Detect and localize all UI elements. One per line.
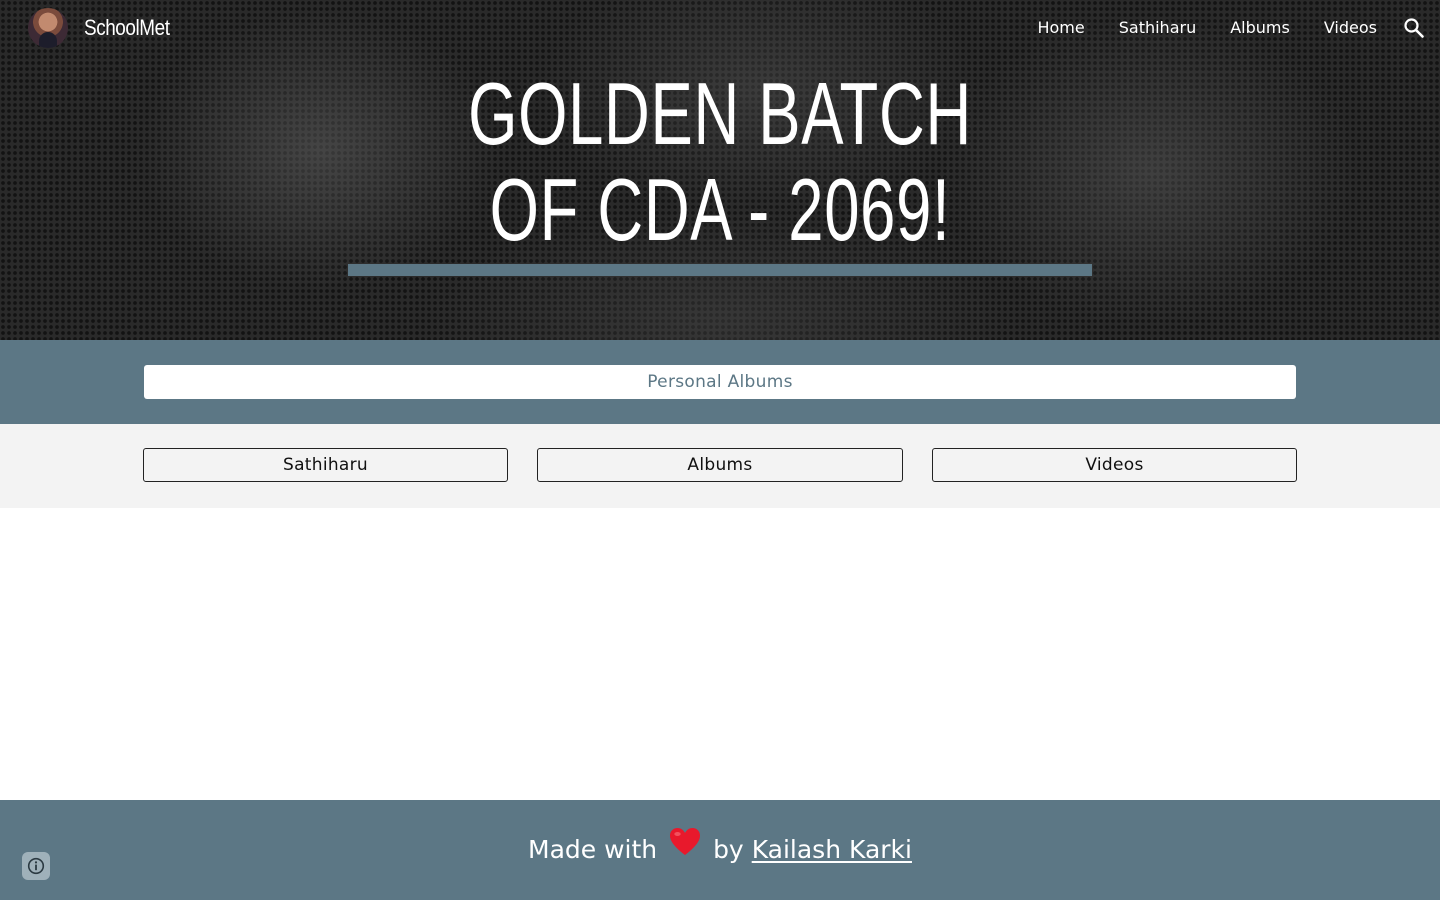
videos-button[interactable]: Videos [932, 448, 1297, 482]
personal-albums-button[interactable]: Personal Albums [144, 365, 1296, 399]
hero-title-line-1: GOLDEN BATCH [468, 64, 972, 163]
top-navigation-bar: SchoolMet Home Sathiharu Albums Videos [0, 0, 1440, 56]
nav-item-videos[interactable]: Videos [1307, 14, 1394, 42]
sathiharu-button[interactable]: Sathiharu [143, 448, 508, 482]
hero-title: GOLDEN BATCH OF CDA - 2069! [0, 66, 1440, 258]
links-button-row: Sathiharu Albums Videos [0, 424, 1440, 508]
albums-button[interactable]: Albums [537, 448, 903, 482]
nav-item-home[interactable]: Home [1020, 14, 1101, 42]
author-link[interactable]: Kailash Karki [752, 835, 912, 864]
main-nav: Home Sathiharu Albums Videos [1020, 14, 1394, 42]
search-icon[interactable] [1402, 16, 1426, 40]
personal-albums-section: Personal Albums [0, 340, 1440, 424]
empty-content-area [0, 508, 1440, 800]
site-title[interactable]: SchoolMet [84, 12, 170, 44]
hero-divider-bar [348, 264, 1092, 276]
hero-title-line-2: OF CDA - 2069! [489, 160, 951, 259]
nav-item-sathiharu[interactable]: Sathiharu [1102, 14, 1213, 42]
hero-banner: SchoolMet Home Sathiharu Albums Videos G… [0, 0, 1440, 340]
footer-credit: Made with by Kailash Karki [0, 827, 1440, 872]
nav-item-albums[interactable]: Albums [1213, 14, 1307, 42]
info-icon[interactable] [22, 852, 50, 880]
footer-by: by [713, 835, 744, 864]
heart-icon [669, 827, 701, 869]
footer: Made with by Kailash Karki [0, 800, 1440, 900]
site-logo-avatar[interactable] [28, 8, 68, 48]
footer-made-with: Made with [528, 835, 658, 864]
